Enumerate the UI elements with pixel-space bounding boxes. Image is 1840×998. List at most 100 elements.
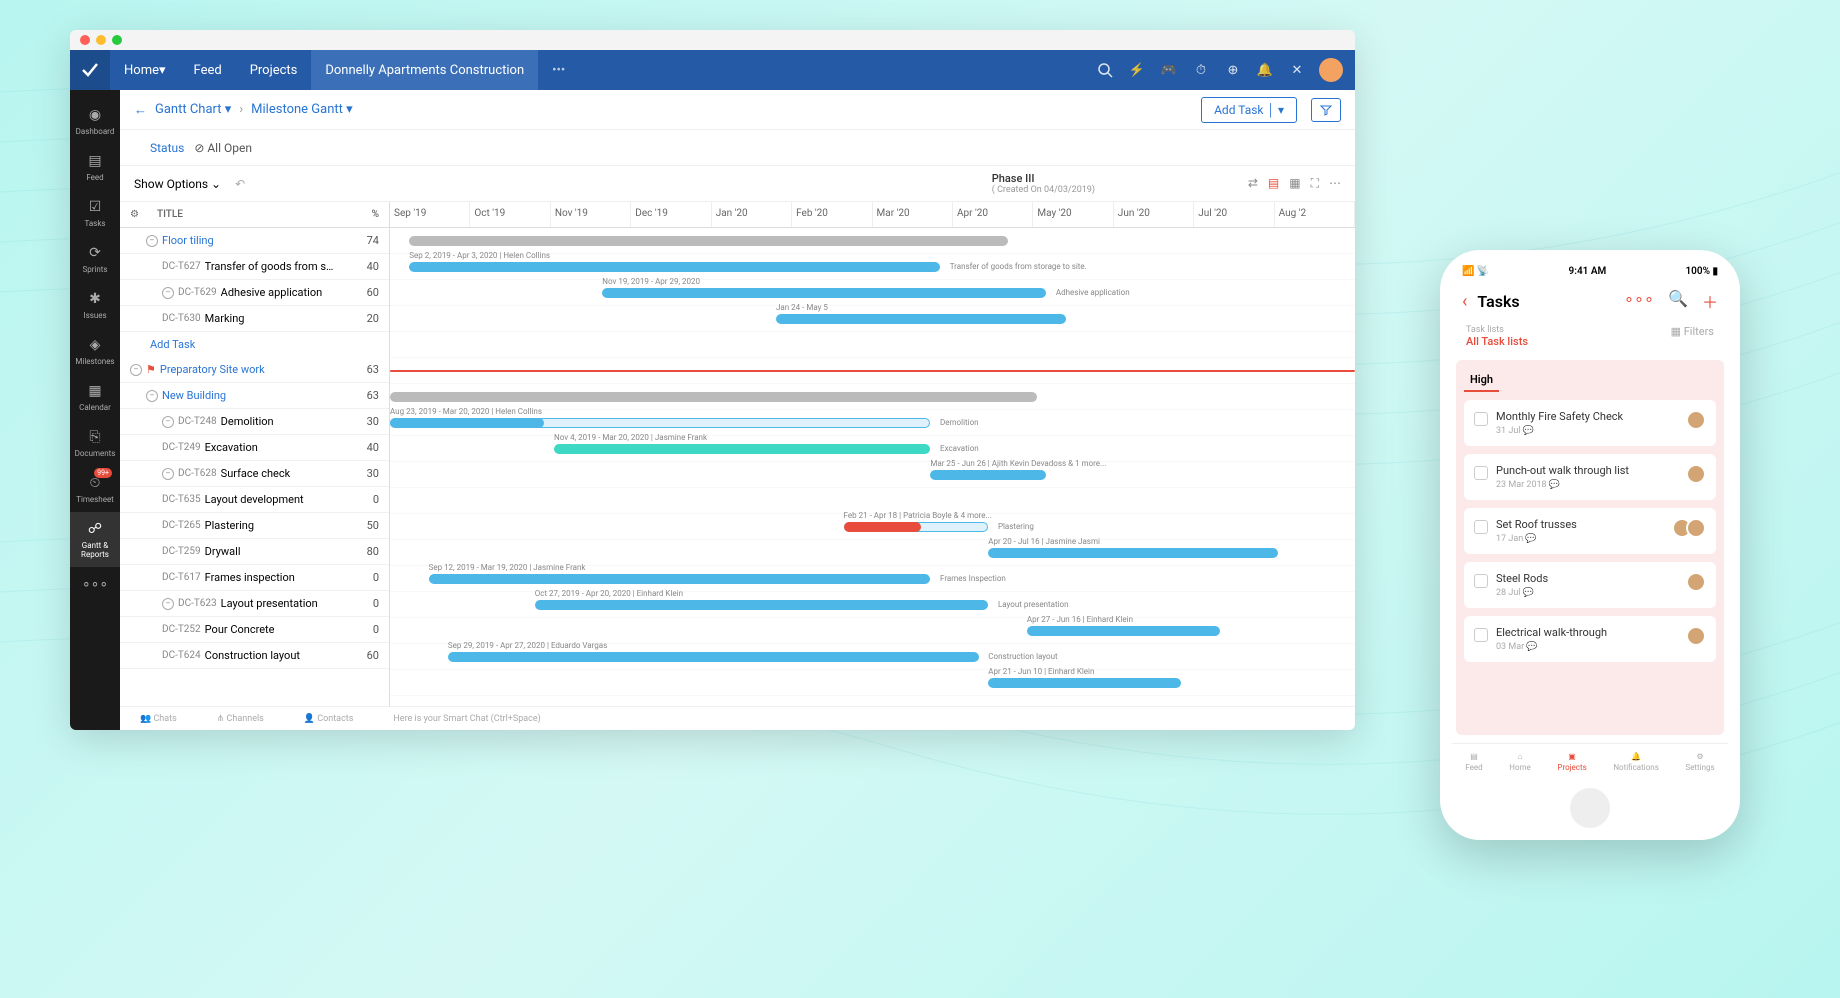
phone-more-icon[interactable]: ∘∘∘ (1624, 289, 1654, 313)
task-row[interactable]: –DC-T248Demolition30 (120, 409, 389, 435)
undo-icon[interactable]: ↶ (235, 177, 245, 191)
filter-button[interactable] (1311, 98, 1341, 122)
task-row[interactable]: –Floor tiling74 (120, 228, 389, 254)
plug-icon[interactable]: ⚡ (1127, 60, 1147, 80)
task-row[interactable]: DC-T624Construction layout60 (120, 643, 389, 669)
gantt-bar[interactable] (988, 678, 1181, 688)
phone-back-icon[interactable]: ‹ (1462, 291, 1467, 312)
app-logo[interactable] (70, 50, 110, 90)
breadcrumb-gantt[interactable]: Gantt Chart ▾ (155, 102, 231, 117)
fullscreen-icon[interactable]: ⛶ (1311, 176, 1319, 191)
gantt-chart[interactable]: Sep '19Oct '19Nov '19Dec '19Jan '20Feb '… (390, 202, 1355, 706)
nav-current-project[interactable]: Donnelly Apartments Construction (311, 50, 538, 90)
expand-icon[interactable]: – (162, 287, 174, 299)
sidebar-documents[interactable]: ⎘Documents (70, 420, 120, 466)
gantt-bar[interactable] (390, 392, 1037, 402)
task-row[interactable]: –DC-T628Surface check30 (120, 461, 389, 487)
phone-task-card[interactable]: Punch-out walk through list23 Mar 2018 💬 (1464, 454, 1716, 500)
sidebar-sprints[interactable]: ⟳Sprints (70, 236, 120, 282)
checkbox[interactable] (1474, 574, 1488, 588)
add-icon[interactable]: ⊕ (1223, 60, 1243, 80)
sidebar-calendar[interactable]: ▦Calendar (70, 374, 120, 420)
phone-tab-projects[interactable]: ▣Projects (1557, 752, 1586, 772)
phone-filters[interactable]: ▦ Filters (1671, 325, 1714, 348)
sidebar-milestones[interactable]: ◈Milestones (70, 328, 120, 374)
gamepad-icon[interactable]: 🎮 (1159, 60, 1179, 80)
bottom-chats[interactable]: 👥 Chats (140, 714, 177, 724)
phone-tab-notifications[interactable]: 🔔Notifications (1613, 752, 1658, 772)
bottom-contacts[interactable]: 👤 Contacts (304, 714, 354, 724)
minimize-window-button[interactable] (96, 35, 106, 45)
sidebar-more[interactable]: ∘∘∘ (70, 567, 120, 601)
checkbox[interactable] (1474, 628, 1488, 642)
phone-add-icon[interactable]: ＋ (1702, 289, 1718, 313)
phone-tab-settings[interactable]: ⚙Settings (1685, 752, 1714, 772)
gantt-bar[interactable] (390, 370, 1355, 372)
task-row[interactable]: DC-T617Frames inspection0 (120, 565, 389, 591)
task-row[interactable]: DC-T265Plastering50 (120, 513, 389, 539)
view-critical-icon[interactable]: ▤ (1268, 176, 1279, 191)
task-row[interactable]: –DC-T629Adhesive application60 (120, 280, 389, 306)
sidebar-feed[interactable]: ▤Feed (70, 144, 120, 190)
view-toggle-icon[interactable]: ⇄ (1248, 176, 1258, 191)
expand-icon[interactable]: – (146, 390, 158, 402)
phone-tab-home[interactable]: ⌂Home (1509, 752, 1531, 772)
phone-task-card[interactable]: Electrical walk-through03 Mar 💬 (1464, 616, 1716, 662)
expand-icon[interactable]: – (146, 235, 158, 247)
add-task-link[interactable]: Add Task (120, 332, 389, 357)
phone-task-card[interactable]: Monthly Fire Safety Check31 Jul 💬 (1464, 400, 1716, 446)
tools-icon[interactable]: ✕ (1287, 60, 1307, 80)
nav-feed[interactable]: Feed (180, 50, 236, 90)
close-window-button[interactable] (80, 35, 90, 45)
phone-tab-feed[interactable]: ▤Feed (1465, 752, 1482, 772)
gantt-bar[interactable] (409, 236, 1007, 246)
user-avatar[interactable] (1319, 58, 1343, 82)
phone-task-card[interactable]: Steel Rods28 Jul 💬 (1464, 562, 1716, 608)
view-calendar-icon[interactable]: ▦ (1289, 176, 1300, 191)
gantt-bar[interactable] (930, 470, 1046, 480)
sidebar-issues[interactable]: ✱Issues (70, 282, 120, 328)
breadcrumb-milestone[interactable]: Milestone Gantt ▾ (251, 102, 352, 117)
gantt-bar[interactable] (602, 288, 1046, 298)
bottom-channels[interactable]: ⋔ Channels (217, 714, 264, 724)
maximize-window-button[interactable] (112, 35, 122, 45)
expand-icon[interactable]: – (162, 468, 174, 480)
task-row[interactable]: DC-T252Pour Concrete0 (120, 617, 389, 643)
gantt-bar[interactable] (448, 652, 979, 662)
expand-icon[interactable]: – (162, 416, 174, 428)
add-task-button[interactable]: Add Task │ ▾ (1201, 97, 1297, 123)
bell-icon[interactable]: 🔔 (1255, 60, 1275, 80)
gantt-bar[interactable] (554, 444, 930, 454)
phone-search-icon[interactable]: 🔍 (1668, 289, 1688, 313)
checkbox[interactable] (1474, 412, 1488, 426)
nav-more[interactable]: ••• (538, 63, 579, 78)
phone-tasklist-value[interactable]: All Task lists (1466, 335, 1528, 348)
search-icon[interactable] (1095, 60, 1115, 80)
checkbox[interactable] (1474, 466, 1488, 480)
gantt-bar[interactable] (409, 262, 940, 272)
sidebar-tasks[interactable]: ☑Tasks (70, 190, 120, 236)
gantt-bar[interactable] (429, 574, 931, 584)
phone-task-card[interactable]: Set Roof trusses17 Jan 💬 (1464, 508, 1716, 554)
gantt-bar[interactable] (535, 600, 989, 610)
more-icon[interactable]: ⋯ (1329, 176, 1341, 191)
nav-projects[interactable]: Projects (236, 50, 312, 90)
column-config-icon[interactable]: ⚙ (130, 209, 139, 220)
back-icon[interactable]: ← (134, 102, 147, 118)
phone-home-button[interactable] (1570, 788, 1610, 828)
sidebar-gantt[interactable]: ☍Gantt & Reports (70, 512, 120, 567)
gantt-bar[interactable] (988, 548, 1278, 558)
task-row[interactable]: DC-T627Transfer of goods from s…40 (120, 254, 389, 280)
task-row[interactable]: DC-T630Marking20 (120, 306, 389, 332)
sidebar-timesheet[interactable]: 99+⏲Timesheet (70, 466, 120, 512)
show-options-toggle[interactable]: Show Options ⌄ (134, 177, 221, 191)
filter-status-label[interactable]: Status (150, 141, 184, 155)
task-row[interactable]: DC-T249Excavation40 (120, 435, 389, 461)
gantt-bar[interactable] (844, 522, 921, 532)
task-row[interactable]: –⚑Preparatory Site work63 (120, 357, 389, 383)
task-row[interactable]: –DC-T623Layout presentation0 (120, 591, 389, 617)
gantt-bar[interactable] (390, 418, 544, 428)
task-row[interactable]: –New Building63 (120, 383, 389, 409)
task-row[interactable]: DC-T259Drywall80 (120, 539, 389, 565)
task-row[interactable]: DC-T635Layout development0 (120, 487, 389, 513)
